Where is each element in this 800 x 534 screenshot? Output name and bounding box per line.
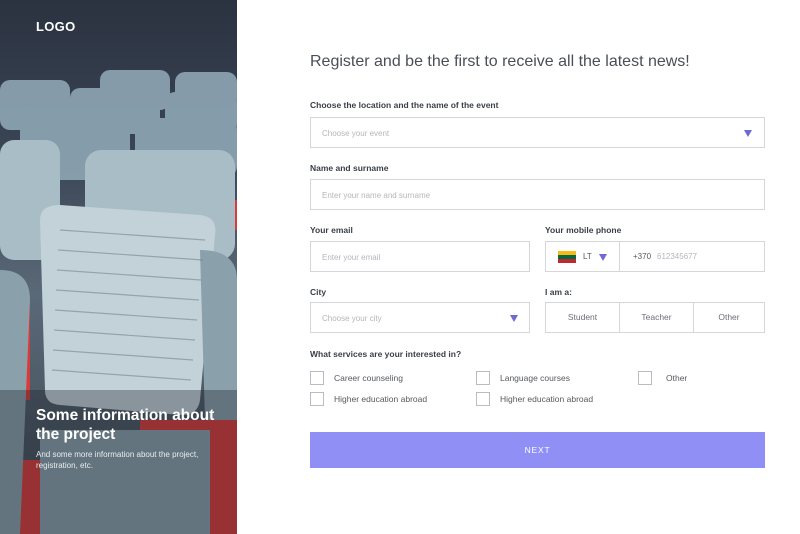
phone-field: LT +370 612345677 xyxy=(545,241,765,272)
role-option-teacher[interactable]: Teacher xyxy=(619,302,694,333)
project-title: Some information about the project xyxy=(36,407,215,443)
email-label: Your email xyxy=(310,225,353,235)
chevron-down-icon xyxy=(744,130,752,137)
service-label: Other xyxy=(666,373,688,383)
role-option-student[interactable]: Student xyxy=(545,302,620,333)
service-label: Higher education abroad xyxy=(334,394,428,404)
event-select[interactable]: Choose your event xyxy=(310,117,765,148)
checkbox[interactable] xyxy=(310,371,324,385)
name-input[interactable]: Enter your name and surname xyxy=(310,179,765,210)
project-subtitle: And some more information about the proj… xyxy=(36,450,199,470)
checkbox[interactable] xyxy=(476,392,490,406)
service-label: Career counseling xyxy=(334,373,403,383)
name-placeholder: Enter your name and surname xyxy=(322,191,431,200)
city-placeholder: Choose your city xyxy=(322,314,382,323)
email-input[interactable]: Enter your email xyxy=(310,241,530,272)
country-select[interactable]: LT xyxy=(546,242,620,271)
phone-prefix: +370 xyxy=(633,252,652,261)
phone-input[interactable]: +370 612345677 xyxy=(620,242,764,271)
hero-panel: LOGO Some information about the project … xyxy=(0,0,237,534)
logo[interactable]: LOGO xyxy=(36,19,75,34)
checkbox[interactable] xyxy=(476,371,490,385)
form-heading: Register and be the first to receive all… xyxy=(310,53,690,70)
phone-label: Your mobile phone xyxy=(545,225,622,235)
service-language-courses[interactable]: Language courses xyxy=(476,371,570,385)
checkbox[interactable] xyxy=(638,371,652,385)
city-label: City xyxy=(310,287,327,297)
service-career-counseling[interactable]: Career counseling xyxy=(310,371,403,385)
service-other[interactable]: Other xyxy=(638,371,687,385)
chevron-down-icon xyxy=(510,315,518,322)
role-option-other[interactable]: Other xyxy=(693,302,765,333)
city-select[interactable]: Choose your city xyxy=(310,302,530,333)
next-button[interactable]: NEXT xyxy=(310,432,765,468)
phone-placeholder: 612345677 xyxy=(657,252,698,261)
chevron-down-icon xyxy=(599,254,607,261)
email-placeholder: Enter your email xyxy=(322,253,381,262)
service-higher-education-abroad-1[interactable]: Higher education abroad xyxy=(310,392,427,406)
service-label: Higher education abroad xyxy=(500,394,594,404)
lithuania-flag-icon xyxy=(558,251,576,263)
service-higher-education-abroad-2[interactable]: Higher education abroad xyxy=(476,392,593,406)
service-label: Language courses xyxy=(500,373,570,383)
country-code: LT xyxy=(583,252,592,261)
role-label: I am a: xyxy=(545,287,572,297)
checkbox[interactable] xyxy=(310,392,324,406)
name-label: Name and surname xyxy=(310,163,389,173)
event-placeholder: Choose your event xyxy=(322,129,390,138)
event-label: Choose the location and the name of the … xyxy=(310,100,499,110)
services-label: What services are your interested in? xyxy=(310,349,462,359)
